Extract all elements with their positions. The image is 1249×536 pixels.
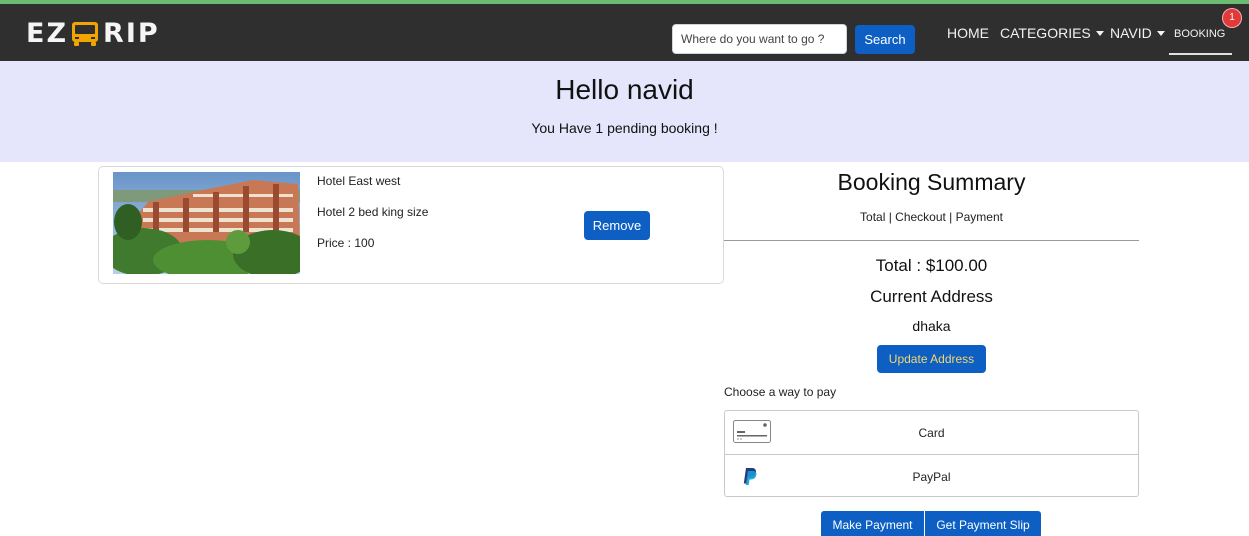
nav-categories[interactable]: CATEGORIES (1000, 25, 1104, 41)
divider (724, 240, 1139, 241)
nav-categories-label: CATEGORIES (1000, 25, 1091, 41)
hotel-image (113, 172, 300, 274)
room-type: Hotel 2 bed king size (317, 205, 429, 219)
nav-home[interactable]: HOME (947, 25, 989, 41)
greeting-banner: Hello navid You Have 1 pending booking ! (0, 61, 1249, 162)
booking-summary-title: Booking Summary (837, 169, 1026, 195)
logo-text-right: RIP (103, 17, 160, 49)
current-address-title: Current Address (870, 287, 993, 306)
nav-user[interactable]: NAVID (1110, 25, 1165, 41)
brand-logo[interactable]: EZ RIP (26, 17, 160, 49)
get-payment-slip-button[interactable]: Get Payment Slip (925, 511, 1041, 536)
make-payment-button[interactable]: Make Payment (821, 511, 924, 536)
cart-item-card: Hotel East west Hotel 2 bed king size Pr… (98, 166, 724, 284)
update-address-button[interactable]: Update Address (877, 345, 986, 373)
bus-icon (72, 22, 99, 46)
item-price: Price : 100 (317, 236, 375, 250)
booking-count-badge: 1 (1223, 9, 1241, 27)
search-input[interactable] (672, 24, 847, 54)
payment-option-card-label: Card (918, 426, 945, 440)
greeting-title: Hello navid (555, 74, 694, 105)
nav-booking-active-indicator (1169, 53, 1232, 55)
checkout-steps: Total | Checkout | Payment (860, 210, 1003, 224)
payment-method-list: Card PayPal (724, 410, 1139, 497)
payment-option-paypal-label: PayPal (912, 470, 951, 484)
search-button[interactable]: Search (855, 25, 915, 54)
pending-booking-text: You Have 1 pending booking ! (531, 120, 718, 136)
chevron-down-icon (1156, 31, 1165, 36)
logo-text-left: EZ (26, 17, 69, 49)
total-amount: Total : $100.00 (875, 256, 988, 275)
chevron-down-icon (1095, 31, 1104, 36)
payment-option-paypal[interactable]: PayPal (725, 454, 1138, 497)
navbar: EZ RIP Search HOME CATEGORIES NAVID BOOK… (0, 4, 1249, 61)
payment-method-label: Choose a way to pay (724, 385, 837, 399)
current-address-value: dhaka (912, 318, 951, 334)
nav-user-label: NAVID (1110, 25, 1152, 41)
hotel-name: Hotel East west (317, 174, 401, 188)
nav-home-label: HOME (947, 25, 989, 41)
remove-button[interactable]: Remove (584, 211, 650, 240)
payment-option-card[interactable]: Card (725, 411, 1138, 454)
nav-booking[interactable]: BOOKING (1174, 28, 1225, 40)
